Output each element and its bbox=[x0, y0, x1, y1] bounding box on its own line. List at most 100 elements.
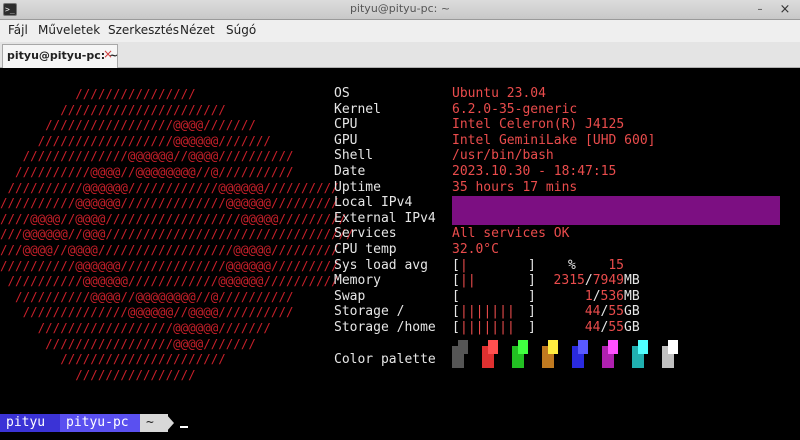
swatch-bright bbox=[518, 340, 528, 354]
gauge-bar: || bbox=[460, 273, 476, 289]
info-value: /usr/bin/bash bbox=[452, 148, 554, 164]
gauge-bracket-left: [ bbox=[452, 304, 460, 320]
gauge-numbers: 44/55 bbox=[538, 320, 624, 335]
gauge-total: 536 bbox=[600, 288, 624, 304]
ipv4-redaction-bar bbox=[452, 196, 780, 225]
swatch-bright bbox=[458, 340, 468, 354]
info-label: Uptime bbox=[334, 179, 381, 195]
gauge-bar: ||||||| bbox=[460, 320, 515, 335]
gauge-total: 7949 bbox=[592, 273, 624, 289]
logo-line: /////////////////@@@@/////// bbox=[0, 117, 256, 133]
gauge-unit: GB bbox=[624, 320, 640, 335]
gauge-total: 55 bbox=[608, 304, 624, 320]
tab-bar: pityu@pityu-pc: ~ × bbox=[0, 42, 800, 69]
gauge-slash: / bbox=[592, 288, 601, 304]
gauge-total: 55 bbox=[608, 320, 624, 335]
info-value: 6.2.0-35-generic bbox=[452, 101, 578, 117]
gauge-label: Storage /home bbox=[334, 320, 436, 335]
tab-terminal[interactable]: pityu@pityu-pc: ~ × bbox=[2, 44, 118, 69]
palette-swatch bbox=[482, 340, 498, 368]
gauge-unit: MB bbox=[624, 288, 640, 304]
shell-prompt: pityu pityu-pc ~ bbox=[0, 414, 188, 432]
window-title: pityu@pityu-pc: ~ bbox=[349, 2, 451, 15]
minimize-button[interactable]: – bbox=[752, 2, 768, 17]
palette-swatch bbox=[512, 340, 528, 368]
info-label: Kernel bbox=[334, 101, 381, 117]
gauge-label: Storage / bbox=[334, 304, 405, 320]
text-cursor bbox=[180, 426, 188, 428]
logo-line: //////////////// bbox=[0, 86, 196, 101]
logo-line: //////////////@@@@@@//@@@@////////// bbox=[0, 304, 294, 320]
gauge-unit: % bbox=[568, 257, 576, 273]
gauge-used: 1 bbox=[584, 288, 593, 304]
gauge-bar: | bbox=[460, 257, 468, 273]
swatch-bright bbox=[578, 340, 588, 354]
info-value: 32.0°C bbox=[452, 242, 499, 257]
gauge-bracket-right: ] bbox=[528, 304, 536, 320]
palette-swatch bbox=[602, 340, 618, 368]
gauge-numbers: 1/536 bbox=[538, 289, 624, 304]
info-value: 2023.10.30 - 18:47:15 bbox=[452, 164, 617, 179]
gauge-bracket-left: [ bbox=[452, 257, 460, 273]
palette-row: Color palette bbox=[334, 352, 436, 368]
info-label: CPU temp bbox=[334, 242, 397, 257]
close-window-button[interactable]: × bbox=[776, 2, 794, 17]
menu-help[interactable]: Súgó bbox=[226, 23, 256, 37]
logo-line: //////////@@@@@@////////////@@@@@@//////… bbox=[0, 179, 339, 195]
title-bar[interactable]: >_ pityu@pityu-pc: ~ – × bbox=[0, 0, 800, 20]
gauge-numbers: 44/55 bbox=[538, 304, 624, 319]
swatch-bright bbox=[548, 340, 558, 354]
prompt-user: pityu bbox=[0, 414, 60, 432]
menu-actions[interactable]: Műveletek bbox=[38, 23, 100, 37]
logo-line: /////////////////@@@@/////// bbox=[0, 335, 256, 351]
logo-line: ////////////////////// bbox=[0, 101, 226, 117]
swatch-bright bbox=[608, 340, 618, 354]
gauge-bracket-right: ] bbox=[528, 257, 536, 273]
palette-swatch bbox=[542, 340, 558, 368]
menu-bar: Fájl Műveletek Szerkesztés Nézet Súgó bbox=[0, 20, 800, 42]
logo-line: //////////@@@@@@//////////////@@@@@@////… bbox=[0, 257, 339, 273]
logo-line: ////@@@@//@@@@//////////////////@@@@@///… bbox=[0, 210, 347, 226]
tab-close-icon[interactable]: × bbox=[103, 47, 113, 61]
logo-line: //////////////////@@@@@@/////// bbox=[0, 132, 271, 148]
gauge-bracket-right: ] bbox=[528, 273, 536, 289]
gauge-bracket-left: [ bbox=[452, 320, 460, 335]
info-label: OS bbox=[334, 86, 350, 101]
prompt-directory: ~ bbox=[140, 414, 168, 432]
info-label: Services bbox=[334, 226, 397, 242]
gauge-numbers: 15 bbox=[538, 258, 624, 273]
terminal-area[interactable]: //////////////// ////////////////////// … bbox=[0, 68, 800, 440]
menu-file[interactable]: Fájl bbox=[8, 23, 28, 37]
menu-edit[interactable]: Szerkesztés bbox=[108, 23, 179, 37]
info-value: 35 hours 17 mins bbox=[452, 179, 578, 195]
info-label: Date bbox=[334, 164, 366, 179]
prompt-host: pityu-pc bbox=[60, 414, 140, 432]
palette-swatch bbox=[572, 340, 588, 368]
gauge-used: 44 bbox=[584, 304, 601, 320]
logo-line: ///@@@@@@//@@@//////////////////////////… bbox=[0, 226, 354, 242]
info-label: GPU bbox=[334, 132, 358, 148]
info-label: Local IPv4 bbox=[334, 195, 413, 211]
palette-swatch bbox=[452, 340, 468, 368]
logo-line: ////////////////////// bbox=[0, 351, 226, 367]
gauge-unit: MB bbox=[624, 273, 640, 289]
gauge-unit: GB bbox=[624, 304, 640, 320]
menu-view[interactable]: Nézet bbox=[180, 23, 215, 37]
info-label: Shell bbox=[334, 148, 374, 164]
gauge-bar: ||||||| bbox=[460, 304, 515, 320]
logo-line: //////////@@@@@@//////////////@@@@@@////… bbox=[0, 195, 339, 211]
gauge-label: Swap bbox=[334, 288, 366, 304]
swatch-bright bbox=[668, 340, 678, 354]
swatch-bright bbox=[488, 340, 498, 354]
gauge-label: Memory bbox=[334, 273, 381, 289]
logo-line: //////////@@@@@@////////////@@@@@@//////… bbox=[0, 273, 339, 289]
logo-line: //////////@@@@//@@@@@@@@//@////////// bbox=[0, 163, 294, 179]
palette-swatch bbox=[662, 340, 678, 368]
logo-line: //////////@@@@//@@@@@@@@//@////////// bbox=[0, 288, 294, 304]
logo-line: ///@@@@//@@@@//////////////////@@@@@////… bbox=[0, 241, 339, 257]
info-value: Ubuntu 23.04 bbox=[452, 86, 546, 101]
info-value: All services OK bbox=[452, 226, 570, 242]
logo-line: //////////////@@@@@@//@@@@////////// bbox=[0, 148, 294, 164]
gauge-slash: / bbox=[584, 273, 593, 289]
gauge-bracket-right: ] bbox=[528, 320, 536, 335]
